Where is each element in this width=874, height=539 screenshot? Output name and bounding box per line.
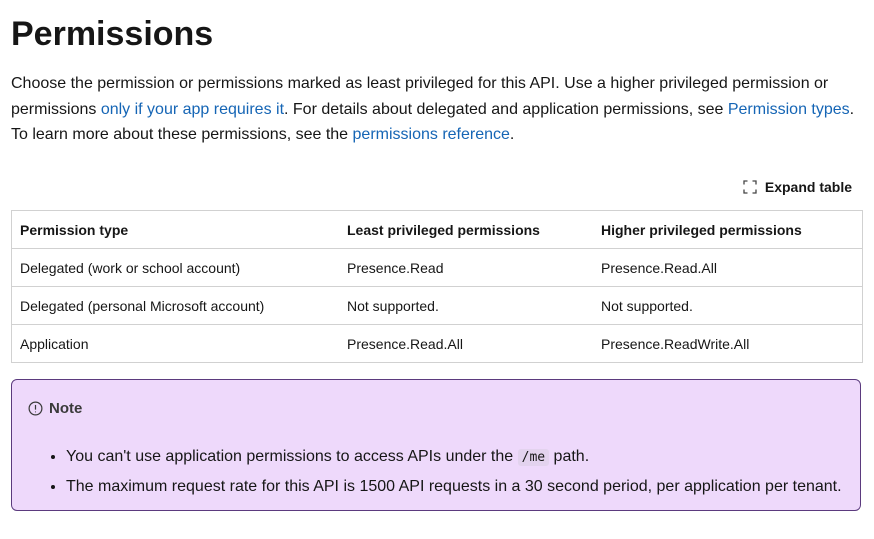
- table-cell: Delegated (personal Microsoft account): [11, 286, 339, 325]
- note-title: Note: [49, 400, 83, 417]
- table-cell: Presence.Read.All: [339, 324, 593, 363]
- permission-types-link[interactable]: Permission types: [728, 101, 850, 118]
- column-header: Least privileged permissions: [339, 210, 593, 249]
- intro-text: . For details about delegated and applic…: [284, 100, 728, 118]
- note-header: Note: [28, 400, 82, 417]
- note-text: path.: [549, 448, 590, 465]
- table-header-row: Permission type Least privileged permiss…: [11, 210, 863, 249]
- column-header: Permission type: [11, 210, 339, 249]
- list-item: The maximum request rate for this API is…: [66, 472, 842, 501]
- table-cell: Presence.Read: [339, 248, 593, 287]
- table-cell: Presence.ReadWrite.All: [593, 324, 863, 363]
- expand-table-label: Expand table: [764, 179, 852, 195]
- page: Permissions Choose the permission or per…: [0, 0, 874, 539]
- intro-text: .: [509, 126, 515, 143]
- info-icon: [28, 401, 43, 416]
- list-item: You can't use application permissions to…: [66, 442, 842, 472]
- note-list: You can't use application permissions to…: [28, 442, 842, 501]
- table-cell: Delegated (work or school account): [11, 248, 339, 287]
- expand-icon: [743, 180, 757, 194]
- permissions-reference-link[interactable]: permissions reference: [353, 126, 510, 143]
- column-header: Higher privileged permissions: [593, 210, 863, 249]
- me-path-code: /me: [517, 449, 550, 466]
- page-title: Permissions: [11, 15, 214, 53]
- table-row: Application Presence.Read.All Presence.R…: [11, 324, 863, 363]
- table-cell: Application: [11, 324, 339, 363]
- note-callout: Note You can't use application permissio…: [11, 379, 861, 511]
- table-cell: Not supported.: [339, 286, 593, 325]
- table-cell: Not supported.: [593, 286, 863, 325]
- intro-paragraph: Choose the permission or permissions mar…: [11, 71, 861, 148]
- app-requires-link[interactable]: only if your app requires it: [101, 101, 284, 118]
- table-row: Delegated (personal Microsoft account) N…: [11, 286, 863, 325]
- table-cell: Presence.Read.All: [593, 248, 863, 287]
- expand-table-button[interactable]: Expand table: [743, 177, 852, 197]
- note-text: You can't use application permissions to…: [66, 448, 518, 465]
- permissions-table: Permission type Least privileged permiss…: [11, 210, 863, 363]
- table-row: Delegated (work or school account) Prese…: [11, 248, 863, 287]
